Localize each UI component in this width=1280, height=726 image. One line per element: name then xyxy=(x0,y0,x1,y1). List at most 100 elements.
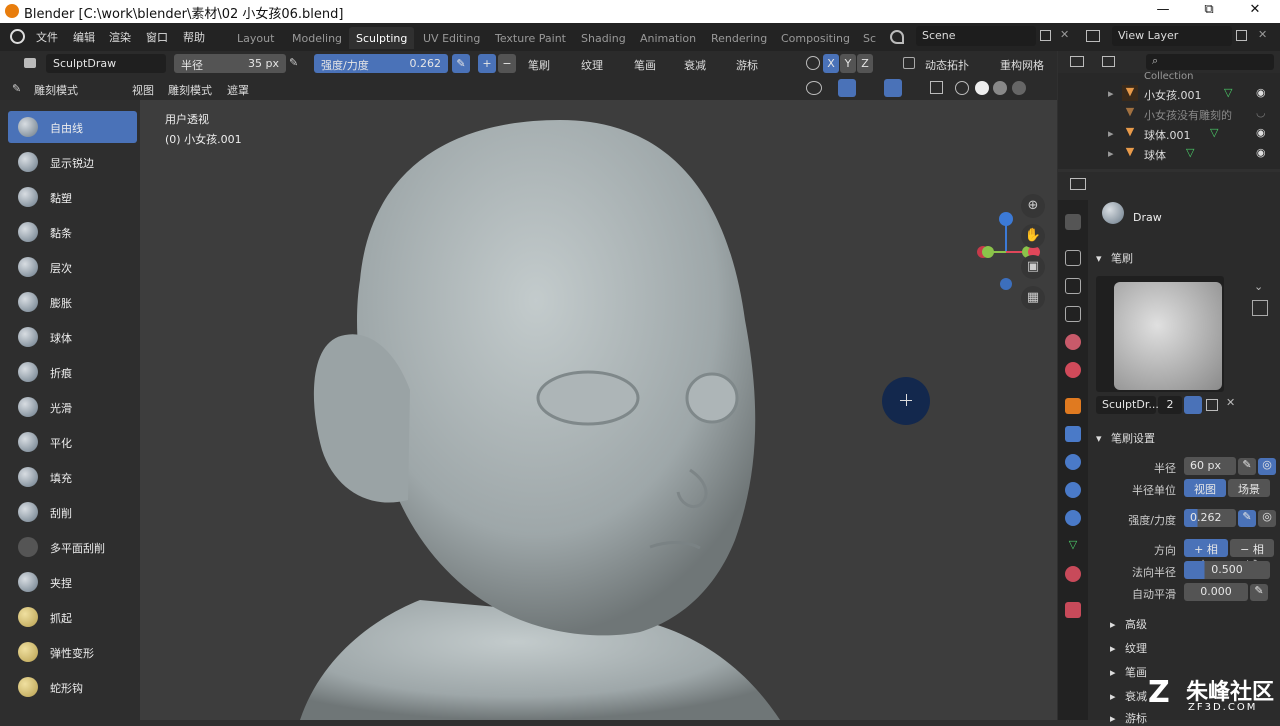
3d-viewport[interactable]: 用户透视 (0) 小女孩.001 ⊕ ✋ ▣ ▦ xyxy=(0,100,1057,720)
scene-selector[interactable]: Scene xyxy=(916,26,1036,46)
unlink-brush-icon[interactable]: ✕ xyxy=(1226,396,1235,409)
tool-draw-sharp[interactable]: 显示锐边 xyxy=(8,146,137,178)
tool-elastic-deform[interactable]: 弹性变形 xyxy=(8,636,137,668)
direction-subtract-option[interactable]: − 相减 xyxy=(1230,539,1274,572)
view-layer-icon[interactable] xyxy=(1086,30,1100,42)
strength-slider[interactable]: 强度/力度 0.262 xyxy=(314,54,448,73)
radius-unit-scene[interactable]: 场景 xyxy=(1228,479,1270,497)
radius-pressure-icon[interactable]: ✎ xyxy=(289,56,298,69)
xray-toggle-icon[interactable] xyxy=(930,81,943,94)
brush-dropdown[interactable]: 笔刷 xyxy=(528,57,550,73)
menu-mask[interactable]: 遮罩 xyxy=(227,82,249,98)
object-tab-icon[interactable] xyxy=(1065,398,1081,414)
menu-render[interactable]: 渲染 xyxy=(109,29,131,45)
close-button[interactable]: ✕ xyxy=(1240,2,1270,17)
symmetry-y-toggle[interactable]: Y xyxy=(840,54,856,73)
minimize-button[interactable]: — xyxy=(1148,2,1178,17)
gizmo-toggle-icon[interactable] xyxy=(838,79,856,97)
fake-user-shield-icon[interactable] xyxy=(1184,396,1202,414)
tab-uv-editing[interactable]: UV Editing xyxy=(416,27,487,49)
texture-tab-icon[interactable] xyxy=(1065,602,1081,618)
brush-name-field[interactable]: SculptDraw xyxy=(46,54,166,73)
mode-selector[interactable]: 雕刻模式 xyxy=(34,82,78,98)
camera-icon[interactable]: ▣ xyxy=(1021,255,1045,279)
new-view-layer-icon[interactable] xyxy=(1236,30,1247,41)
rendered-shading-icon[interactable] xyxy=(1012,81,1026,95)
editor-type-icon[interactable] xyxy=(1070,56,1084,67)
tool-tab-icon[interactable] xyxy=(1065,214,1081,230)
remove-view-layer-icon[interactable]: ✕ xyxy=(1258,28,1267,41)
wireframe-shading-icon[interactable] xyxy=(955,81,969,95)
prop-strength-field[interactable]: 0.262 xyxy=(1184,509,1236,527)
disclosure-icon[interactable]: ▸ xyxy=(1108,87,1114,100)
tool-inflate[interactable]: 膨胀 xyxy=(8,286,137,318)
tab-sculpting[interactable]: Sculpting xyxy=(349,27,415,49)
chevron-down-icon[interactable]: ⌄ xyxy=(1254,280,1263,293)
outliner-item[interactable]: ▼ 小女孩没有雕刻的 ◡ xyxy=(1058,104,1280,124)
radius-global-icon[interactable]: ◎ xyxy=(1258,458,1276,475)
navigation-gizmo[interactable] xyxy=(970,208,1046,294)
brush-datablock-field[interactable]: SculptDr... xyxy=(1096,396,1159,414)
duplicate-brush-icon[interactable] xyxy=(1206,399,1218,411)
tab-compositing[interactable]: Compositing xyxy=(774,27,857,49)
tool-crease[interactable]: 折痕 xyxy=(8,356,137,388)
menu-help[interactable]: 帮助 xyxy=(183,29,205,45)
outliner-search-input[interactable]: ⌕ xyxy=(1146,54,1274,70)
tool-draw[interactable]: 自由线 xyxy=(8,111,137,143)
menu-sculpt[interactable]: 雕刻模式 xyxy=(168,82,212,98)
brush-settings-panel-header[interactable]: ▾ 笔刷设置 xyxy=(1096,430,1155,446)
material-tab-icon[interactable] xyxy=(1065,566,1081,582)
visibility-icon[interactable]: ◉ xyxy=(1256,146,1266,159)
texture-subpanel[interactable]: ▸ 纹理 xyxy=(1110,640,1147,656)
tool-pinch[interactable]: 夹捏 xyxy=(8,566,137,598)
brush-panel-header[interactable]: ▾ 笔刷 xyxy=(1096,250,1133,266)
scene-tab-icon[interactable] xyxy=(1065,334,1081,350)
material-shading-icon[interactable] xyxy=(993,81,1007,95)
normal-radius-field[interactable]: 0.500 xyxy=(1184,561,1270,579)
hidden-icon[interactable]: ◡ xyxy=(1256,106,1266,119)
view-layer-tab-icon[interactable] xyxy=(1065,306,1081,322)
visibility-icon[interactable] xyxy=(806,81,822,95)
tool-multiplane-scrape[interactable]: 多平面刮削 xyxy=(8,531,137,563)
tool-layer[interactable]: 层次 xyxy=(8,251,137,283)
new-scene-icon[interactable] xyxy=(1040,30,1051,41)
outliner-item[interactable]: ▸ ▼ 球体.001 ▽ ◉ xyxy=(1058,124,1280,144)
tab-scripting[interactable]: Sc xyxy=(856,27,883,49)
display-mode-icon[interactable] xyxy=(1102,56,1115,67)
autosmooth-field[interactable]: 0.000 xyxy=(1184,583,1248,601)
physics-tab-icon[interactable] xyxy=(1065,482,1081,498)
direction-subtract-button[interactable]: − xyxy=(498,54,516,73)
symmetry-x-toggle[interactable]: X xyxy=(823,54,839,73)
symmetry-z-toggle[interactable]: Z xyxy=(857,54,873,73)
scene-icon[interactable] xyxy=(890,30,904,44)
strength-global-icon[interactable]: ◎ xyxy=(1258,510,1276,527)
dyntopo-checkbox[interactable] xyxy=(903,57,915,69)
cursor-subpanel[interactable]: ▸ 游标 xyxy=(1110,710,1147,726)
direction-add-option[interactable]: + 相加 xyxy=(1184,539,1228,572)
outliner-item[interactable]: ▸ ▼ 小女孩.001 ▽ ◉ xyxy=(1058,84,1280,104)
tool-flatten[interactable]: 平化 xyxy=(8,426,137,458)
image-icon[interactable] xyxy=(1252,300,1268,316)
dyntopo-label[interactable]: 动态拓扑 xyxy=(925,57,969,73)
view-layer-selector[interactable]: View Layer xyxy=(1112,26,1232,46)
prop-radius-field[interactable]: 60 px xyxy=(1184,457,1236,475)
hand-icon[interactable]: ✋ xyxy=(1021,224,1045,248)
blender-menu-icon[interactable] xyxy=(10,29,25,44)
strength-pressure-icon[interactable]: ✎ xyxy=(1238,510,1256,527)
overlay-toggle-icon[interactable] xyxy=(884,79,902,97)
brush-users-count[interactable]: 2 xyxy=(1158,396,1182,414)
menu-view[interactable]: 视图 xyxy=(132,82,154,98)
falloff-dropdown[interactable]: 衰减 xyxy=(684,57,706,73)
properties-editor-type-icon[interactable] xyxy=(1070,178,1086,190)
maximize-button[interactable]: ⧉ xyxy=(1194,2,1224,17)
grid-icon[interactable]: ▦ xyxy=(1021,286,1045,310)
tool-smooth[interactable]: 光滑 xyxy=(8,391,137,423)
tab-texture-paint[interactable]: Texture Paint xyxy=(488,27,573,49)
autosmooth-pressure-icon[interactable]: ✎ xyxy=(1250,584,1268,601)
constraints-tab-icon[interactable] xyxy=(1065,510,1081,526)
outliner-item[interactable]: ▸ ▼ 球体 ▽ ◉ xyxy=(1058,144,1280,164)
tab-rendering[interactable]: Rendering xyxy=(704,27,774,49)
tool-grab[interactable]: 抓起 xyxy=(8,601,137,633)
disclosure-icon[interactable]: ▸ xyxy=(1108,127,1114,140)
strength-pressure-icon[interactable]: ✎ xyxy=(452,54,470,73)
